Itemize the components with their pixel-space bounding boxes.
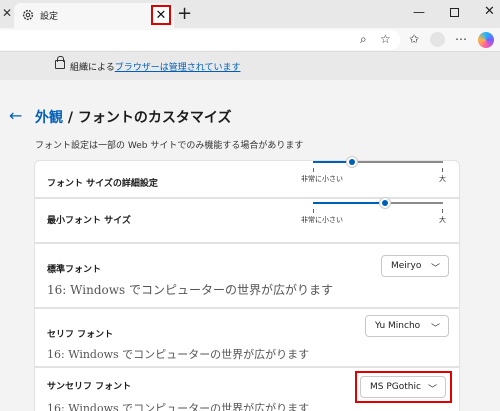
standard-font-row: 標準フォント Meiryo ﹀ 16: Windows でコンピューターの世界が… — [34, 243, 460, 308]
managed-prefix: 組織による — [70, 63, 115, 73]
slider-tick — [442, 209, 443, 213]
managed-link[interactable]: ブラウザーは管理されています — [115, 63, 241, 73]
page-title: フォントのカスタマイズ — [77, 110, 232, 126]
highlight-box — [355, 371, 452, 403]
standard-font-sample: 16: Windows でコンピューターの世界が広がります — [47, 283, 333, 297]
more-icon[interactable]: ⋯ — [455, 32, 467, 46]
address-bar[interactable] — [0, 30, 400, 50]
font-size-row: フォント サイズの詳細設定 非常に小さい 大 — [34, 156, 460, 198]
tab-title: 設定 — [40, 12, 59, 22]
chevron-down-icon: ﹀ — [430, 264, 440, 274]
copilot-icon[interactable] — [478, 32, 494, 48]
profile-avatar[interactable] — [430, 32, 445, 47]
close-icon: ✕ — [155, 7, 167, 23]
serif-font-row: セリフ フォント Yu Mincho ﹀ 16: Windows でコンピュータ… — [34, 308, 460, 367]
zoom-icon[interactable]: ⌕ — [360, 32, 367, 47]
toolbar: ⌕ ☆ ✩ ⋯ — [0, 28, 500, 52]
slider-tick — [442, 168, 443, 172]
managed-text: 組織によるブラウザーは管理されています — [70, 60, 240, 73]
sans-serif-font-sample: 16: Windows でコンピューターの世界が広がります — [47, 402, 310, 411]
serif-font-label: セリフ フォント — [47, 330, 114, 340]
font-size-slider[interactable]: 非常に小さい 大 — [301, 155, 446, 185]
managed-banner: 組織によるブラウザーは管理されています — [0, 52, 500, 80]
breadcrumb-parent[interactable]: 外観 — [35, 110, 63, 126]
sans-serif-font-label: サンセリフ フォント — [47, 382, 132, 392]
standard-font-dropdown[interactable]: Meiryo ﹀ — [381, 255, 449, 277]
breadcrumb-separator: / — [63, 110, 78, 126]
slider-thumb[interactable] — [346, 156, 358, 168]
slider-thumb[interactable] — [378, 197, 391, 209]
sans-serif-font-row: サンセリフ フォント MS PGothic ﹀ 16: Windows でコンピ… — [34, 367, 460, 411]
serif-font-value: Yu Mincho — [375, 321, 421, 331]
slider-max-label: 大 — [439, 216, 446, 224]
gear-icon — [22, 9, 34, 21]
serif-font-dropdown[interactable]: Yu Mincho ﹀ — [365, 315, 449, 337]
tab-settings[interactable]: 設定 ✕ — [14, 3, 174, 28]
briefcase-icon — [55, 56, 65, 69]
slider-tick — [313, 168, 314, 172]
tab-strip: ✕ 設定 ✕ + — ✕ — [0, 0, 500, 28]
close-icon[interactable]: ✕ — [2, 6, 12, 20]
slider-min-label: 非常に小さい — [301, 175, 343, 183]
back-arrow-icon[interactable]: ← — [9, 106, 22, 125]
font-note: フォント設定は一部の Web サイトでのみ機能する場合があります — [35, 141, 304, 151]
window-close-button[interactable]: ✕ — [484, 4, 495, 19]
serif-font-sample: 16: Windows でコンピューターの世界が広がります — [47, 348, 310, 361]
maximize-button[interactable] — [450, 8, 459, 17]
slider-fill — [313, 202, 385, 204]
font-size-label: フォント サイズの詳細設定 — [47, 179, 158, 189]
slider-min-label: 非常に小さい — [301, 216, 343, 224]
breadcrumb: 外観 / フォントのカスタマイズ — [35, 107, 231, 127]
tab-close-button[interactable]: ✕ — [151, 5, 171, 25]
slider-tick — [313, 209, 314, 213]
favorite-star-icon[interactable]: ☆ — [380, 32, 391, 46]
standard-font-label: 標準フォント — [47, 265, 102, 275]
minimize-button[interactable]: — — [413, 5, 425, 19]
min-font-size-slider[interactable]: 非常に小さい 大 — [301, 196, 446, 226]
settings-page: ← 外観 / フォントのカスタマイズ フォント設定は一部の Web サイトでのみ… — [0, 80, 500, 411]
favorites-bar-icon[interactable]: ✩ — [409, 32, 419, 46]
slider-max-label: 大 — [439, 175, 446, 183]
new-tab-button[interactable]: + — [177, 3, 192, 24]
chevron-down-icon: ﹀ — [430, 324, 440, 334]
min-font-size-row: 最小フォント サイズ 非常に小さい 大 — [34, 196, 460, 243]
min-font-size-label: 最小フォント サイズ — [47, 216, 131, 226]
standard-font-value: Meiryo — [391, 261, 422, 271]
